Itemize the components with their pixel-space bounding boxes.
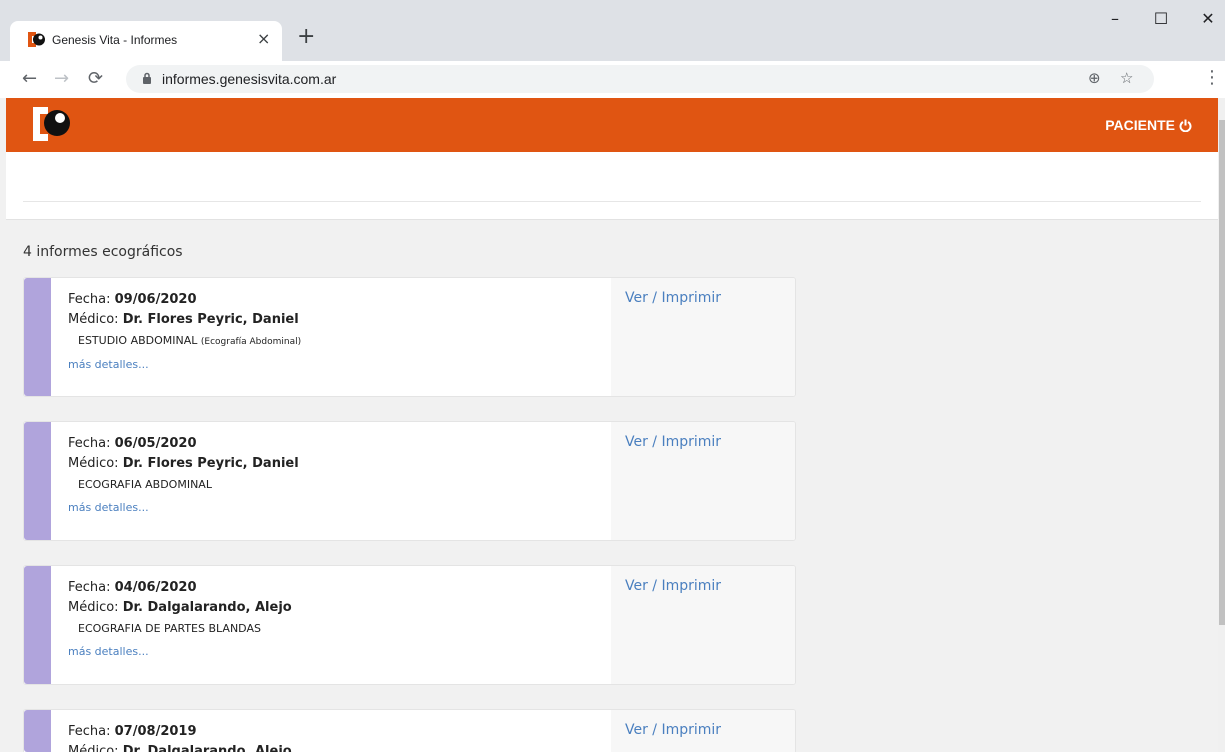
fecha-label: Fecha: (68, 436, 111, 451)
maximize-button[interactable]: ☐ (1146, 9, 1176, 28)
close-window-button[interactable]: ✕ (1193, 9, 1223, 28)
tab-close-icon[interactable]: × (257, 29, 270, 48)
browser-tab-strip: Genesis Vita - Informes × + – ☐ ✕ (0, 0, 1225, 61)
more-details-link[interactable]: más detalles... (68, 358, 608, 371)
medico-value: Dr. Dalgalarando, Alejo (122, 744, 292, 752)
fecha-value: 06/05/2020 (114, 436, 197, 451)
minimize-button[interactable]: – (1100, 9, 1130, 28)
medico-value: Dr. Flores Peyric, Daniel (122, 312, 299, 327)
fecha-label: Fecha: (68, 292, 111, 307)
app-header: PACIENTE (6, 98, 1218, 152)
estudio-type: (Ecografía Abdominal) (200, 337, 302, 347)
view-print-link[interactable]: Ver / Imprimir (625, 290, 721, 306)
estudio-name: ECOGRAFIA ABDOMINAL (78, 478, 212, 491)
medico-value: Dr. Dalgalarando, Alejo (122, 600, 292, 615)
medico-value: Dr. Flores Peyric, Daniel (122, 456, 299, 471)
more-details-link[interactable]: más detalles... (68, 501, 608, 514)
estudio-name: ESTUDIO ABDOMINAL (78, 334, 198, 347)
lock-icon (143, 72, 151, 84)
view-print-link[interactable]: Ver / Imprimir (625, 434, 721, 450)
more-details-link[interactable]: más detalles... (68, 645, 608, 658)
report-card: Fecha: 07/08/2019 Médico: Dr. Dalgalaran… (23, 709, 796, 752)
fecha-label: Fecha: (68, 724, 111, 739)
user-menu[interactable]: PACIENTE (1105, 117, 1192, 133)
tab-title: Genesis Vita - Informes (52, 33, 178, 47)
address-bar[interactable]: informes.genesisvita.com.ar ⊕ ☆ (126, 65, 1154, 93)
medico-label: Médico: (68, 744, 119, 752)
card-accent (24, 422, 51, 540)
card-accent (24, 278, 51, 396)
sub-header (6, 152, 1218, 220)
report-card: Fecha: 06/05/2020 Médico: Dr. Flores Pey… (23, 421, 796, 541)
fecha-value: 07/08/2019 (114, 724, 197, 739)
estudio-name: ECOGRAFIA DE PARTES BLANDAS (78, 622, 261, 635)
add-extension-icon[interactable]: ⊕ (1088, 69, 1101, 87)
medico-label: Médico: (68, 456, 119, 471)
reload-icon[interactable]: ⟳ (88, 68, 103, 89)
card-accent (24, 710, 51, 752)
report-count: 4 informes ecográficos (23, 244, 183, 260)
report-card: Fecha: 09/06/2020 Médico: Dr. Flores Pey… (23, 277, 796, 397)
browser-tab[interactable]: Genesis Vita - Informes × (10, 21, 282, 61)
view-print-link[interactable]: Ver / Imprimir (625, 722, 721, 738)
genesis-logo-icon[interactable] (33, 105, 71, 143)
fecha-value: 09/06/2020 (114, 292, 197, 307)
back-arrow-icon[interactable]: ← (22, 68, 37, 89)
browser-toolbar: ← → ⟳ informes.genesisvita.com.ar ⊕ ☆ ⋮ (0, 61, 1225, 98)
url-text: informes.genesisvita.com.ar (162, 71, 337, 87)
user-label: PACIENTE (1105, 117, 1175, 133)
fecha-value: 04/06/2020 (114, 580, 197, 595)
bookmark-star-icon[interactable]: ☆ (1120, 69, 1133, 87)
medico-label: Médico: (68, 600, 119, 615)
browser-menu-icon[interactable]: ⋮ (1203, 67, 1221, 88)
view-print-link[interactable]: Ver / Imprimir (625, 578, 721, 594)
power-icon (1179, 119, 1192, 132)
fecha-label: Fecha: (68, 580, 111, 595)
forward-arrow-icon[interactable]: → (54, 68, 69, 89)
genesis-favicon-icon (28, 32, 45, 47)
scrollbar-thumb[interactable] (1219, 120, 1225, 625)
divider (23, 201, 1201, 202)
card-accent (24, 566, 51, 684)
new-tab-button[interactable]: + (297, 24, 315, 49)
report-card: Fecha: 04/06/2020 Médico: Dr. Dalgalaran… (23, 565, 796, 685)
medico-label: Médico: (68, 312, 119, 327)
